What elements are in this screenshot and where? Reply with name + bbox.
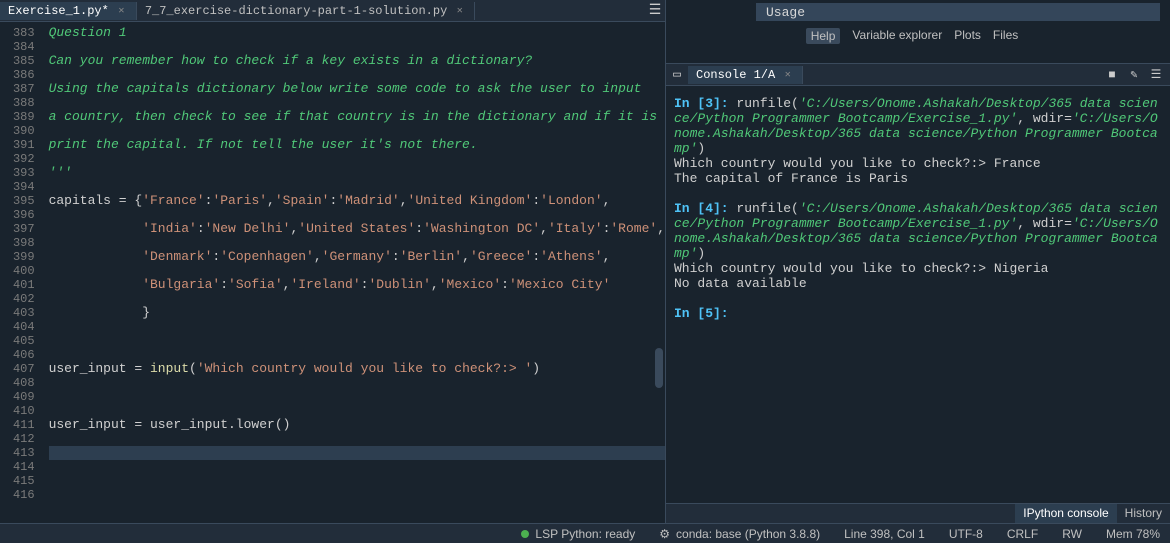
editor-tab[interactable]: 7_7_exercise-dictionary-part-1-solution.… <box>137 2 475 20</box>
status-lsp[interactable]: LSP Python: ready <box>521 527 635 541</box>
status-encoding[interactable]: UTF-8 <box>949 527 983 541</box>
close-icon[interactable]: ✕ <box>453 4 466 17</box>
close-icon[interactable]: ✕ <box>781 68 794 81</box>
code-area[interactable]: Question 1 Can you remember how to check… <box>43 22 665 523</box>
status-cursor[interactable]: Line 398, Col 1 <box>844 527 925 541</box>
scroll-thumb[interactable] <box>655 348 663 388</box>
editor-tab-bar: Exercise_1.py* ✕ 7_7_exercise-dictionary… <box>0 0 665 22</box>
clear-icon[interactable]: ✎ <box>1126 67 1142 83</box>
status-conda[interactable]: ⚙ conda: base (Python 3.8.8) <box>659 527 820 541</box>
stop-icon[interactable]: ■ <box>1104 67 1120 83</box>
tab-files[interactable]: Files <box>993 28 1018 44</box>
console-output[interactable]: In [3]: runfile('C:/Users/Onome.Ashakah/… <box>666 86 1170 503</box>
tab-label: 7_7_exercise-dictionary-part-1-solution.… <box>145 4 447 18</box>
console-tab-bar: ▭ Console 1/A ✕ ■ ✎ ☰ <box>666 64 1170 86</box>
tab-plots[interactable]: Plots <box>954 28 981 44</box>
status-dot-icon <box>521 530 529 538</box>
close-icon[interactable]: ✕ <box>115 4 128 17</box>
tab-help[interactable]: Help <box>806 28 841 44</box>
console-tab-label: Console 1/A <box>696 68 775 82</box>
usage-label: Usage <box>766 5 805 20</box>
usage-bar: Usage <box>756 3 1160 21</box>
status-eol[interactable]: CRLF <box>1007 527 1038 541</box>
tab-variable-explorer[interactable]: Variable explorer <box>852 28 942 44</box>
status-rw[interactable]: RW <box>1062 527 1082 541</box>
tab-ipython-console[interactable]: IPython console <box>1015 504 1116 523</box>
line-gutter: 3833843853863873883893903913923933943953… <box>0 22 43 523</box>
gear-icon: ⚙ <box>659 527 670 541</box>
menu-icon[interactable]: ☰ <box>645 2 665 19</box>
bottom-pane-tabs: IPython console History <box>666 503 1170 523</box>
editor-tab-active[interactable]: Exercise_1.py* ✕ <box>0 2 137 20</box>
menu-icon[interactable]: ☰ <box>1148 67 1164 83</box>
pane-tabs: Help Variable explorer Plots Files <box>796 24 1041 48</box>
code-editor[interactable]: 3833843853863873883893903913923933943953… <box>0 22 665 523</box>
console-tab[interactable]: Console 1/A ✕ <box>688 66 803 84</box>
status-mem[interactable]: Mem 78% <box>1106 527 1160 541</box>
editor-scrollbar[interactable] <box>655 22 663 523</box>
tab-label: Exercise_1.py* <box>8 4 109 18</box>
status-bar: LSP Python: ready ⚙ conda: base (Python … <box>0 523 1170 543</box>
new-console-icon[interactable]: ▭ <box>666 67 688 82</box>
tab-history[interactable]: History <box>1117 504 1170 523</box>
